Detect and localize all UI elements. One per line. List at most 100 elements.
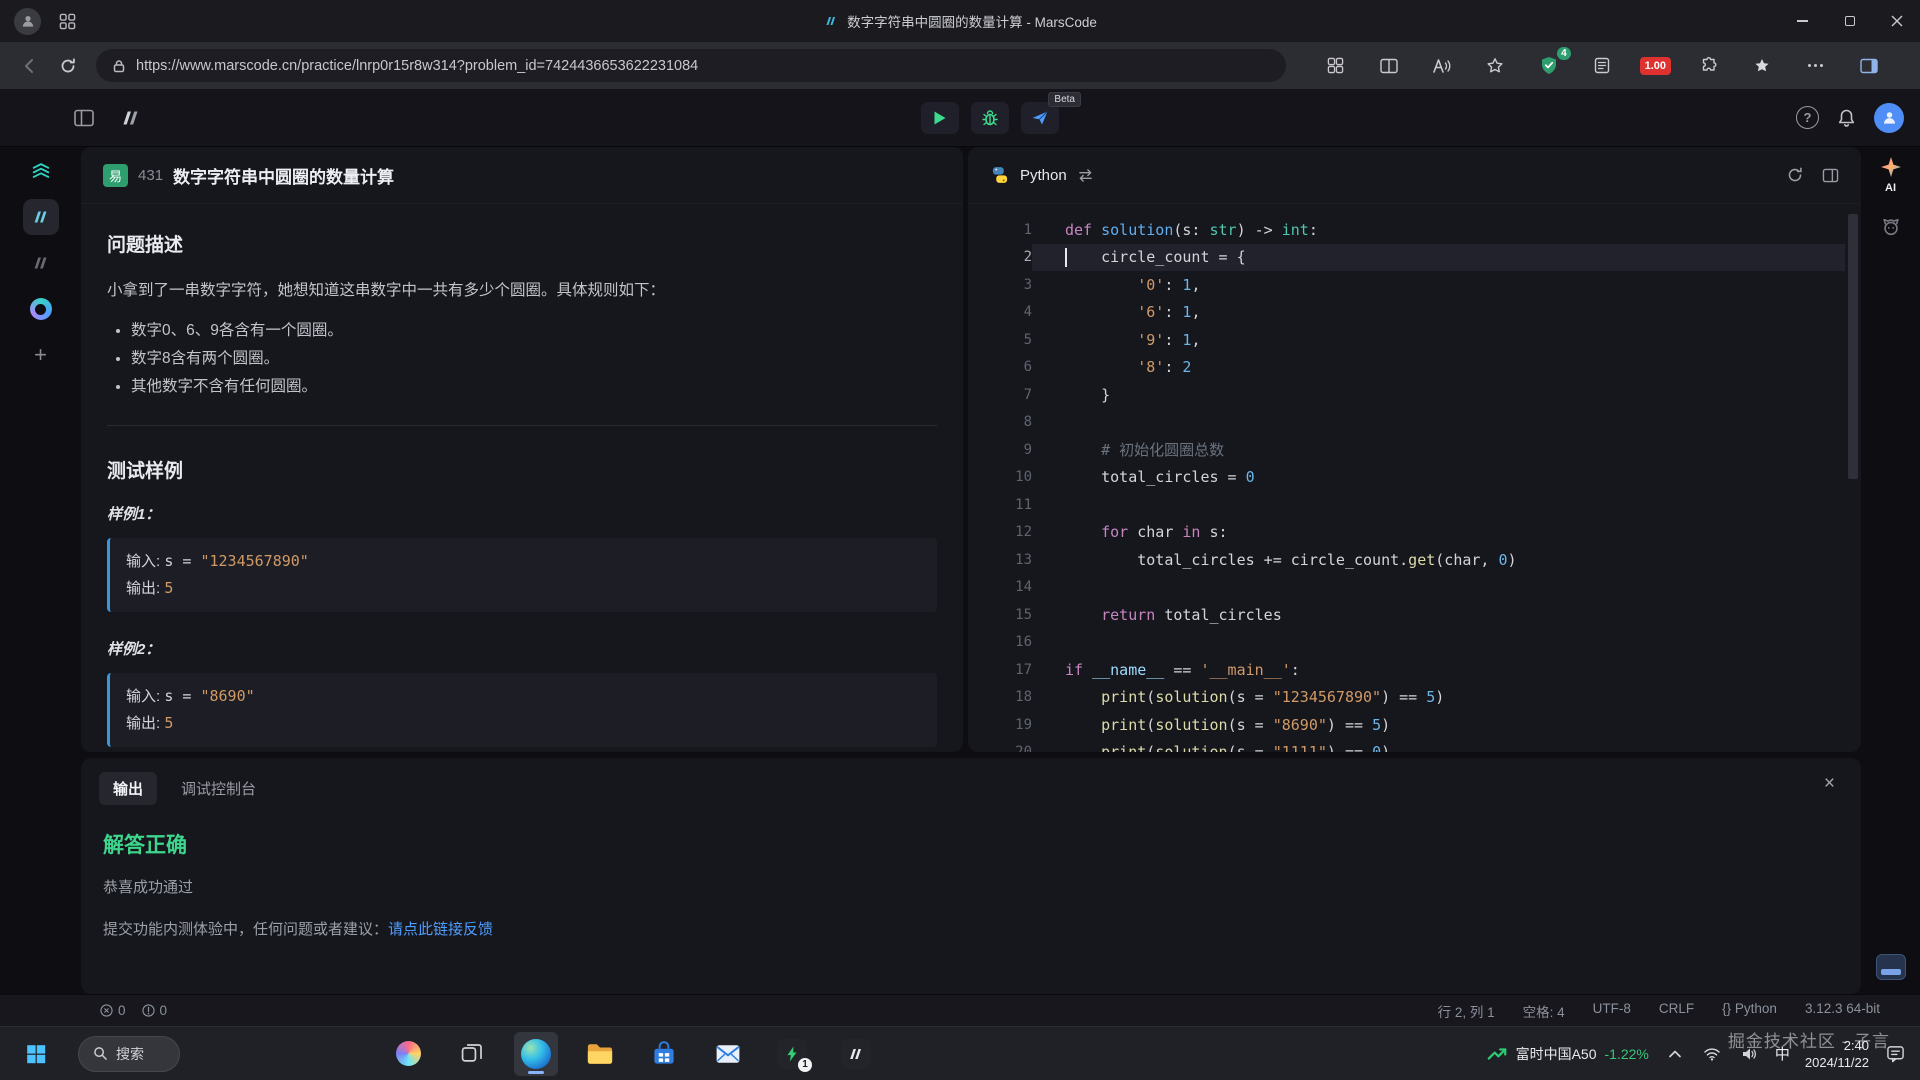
reset-code-icon[interactable] — [1786, 166, 1804, 184]
add-favorite-icon[interactable] — [1479, 51, 1511, 81]
interpreter-version[interactable]: 3.12.3 64-bit — [1805, 1001, 1880, 1021]
code-line[interactable]: 7 } — [968, 381, 1845, 409]
tray-volume-icon[interactable] — [1738, 1043, 1760, 1065]
rebate-extension-icon[interactable]: 1.00 — [1639, 51, 1671, 81]
tray-network-icon[interactable] — [1701, 1043, 1723, 1065]
run-button[interactable] — [921, 102, 959, 134]
copilot-button[interactable] — [386, 1032, 430, 1076]
close-output-icon[interactable]: × — [1824, 774, 1835, 793]
feedback-link[interactable]: 请点此链接反馈 — [388, 921, 493, 938]
submit-button[interactable]: Beta — [1021, 102, 1059, 134]
line-number: 19 — [968, 717, 1032, 733]
practice-list-icon[interactable] — [23, 153, 59, 189]
errors-indicator[interactable]: 0 — [100, 1003, 126, 1018]
code-line[interactable]: 11 — [968, 491, 1845, 519]
code-line[interactable]: 2 circle_count = { — [968, 244, 1845, 272]
user-avatar[interactable] — [1874, 103, 1904, 133]
desc-text: 小拿到了一串数字字符，她想知道这串数字中一共有多少个圆圈。具体规则如下： — [107, 277, 937, 305]
eol-setting[interactable]: CRLF — [1659, 1001, 1694, 1021]
line-number: 11 — [968, 497, 1032, 513]
assistant-pet-icon[interactable] — [1880, 216, 1902, 238]
lock-icon[interactable] — [112, 59, 126, 73]
ai-assistant-button[interactable]: AI — [1879, 155, 1903, 194]
taskbar-clock[interactable]: 2:40 2024/11/22 — [1805, 1037, 1869, 1071]
code-line[interactable]: 16 — [968, 629, 1845, 657]
help-icon[interactable]: ? — [1796, 106, 1819, 129]
taskbar-mail-icon[interactable] — [706, 1032, 750, 1076]
more-menu-icon[interactable] — [1799, 51, 1831, 81]
stock-widget[interactable]: 富时中国A50 -1.22% — [1486, 1043, 1649, 1065]
output-tab-1[interactable]: 输出 — [99, 772, 157, 805]
code-line[interactable]: 8 — [968, 409, 1845, 437]
workspaces-icon[interactable] — [1319, 51, 1351, 81]
code-line[interactable]: 5 '9': 1, — [968, 326, 1845, 354]
float-widget-button[interactable] — [1876, 954, 1906, 980]
collections-icon[interactable] — [1586, 51, 1618, 81]
cursor-position[interactable]: 行 2, 列 1 — [1438, 1001, 1495, 1021]
code-line[interactable]: 3 '0': 1, — [968, 271, 1845, 299]
notification-bell-icon[interactable] — [1837, 108, 1856, 128]
task-view-button[interactable] — [450, 1032, 494, 1076]
code-line[interactable]: 12 for char in s: — [968, 519, 1845, 547]
panel-toggle-icon[interactable] — [74, 109, 94, 127]
code-line[interactable]: 14 — [968, 574, 1845, 602]
editor-header: Python — [968, 147, 1861, 204]
taskbar-edge-icon[interactable] — [514, 1032, 558, 1076]
fullscreen-icon[interactable] — [1822, 168, 1839, 183]
code-line[interactable]: 4 '6': 1, — [968, 299, 1845, 327]
taskbar-search[interactable]: 搜索 — [78, 1036, 180, 1072]
minimize-button[interactable] — [1779, 0, 1826, 42]
marscode-app-logo-icon[interactable] — [118, 105, 144, 131]
code-line[interactable]: 15 return total_circles — [968, 601, 1845, 629]
swap-language-icon[interactable] — [1077, 168, 1094, 183]
extension-icon[interactable] — [1693, 51, 1725, 81]
indent-setting[interactable]: 空格: 4 — [1523, 1001, 1565, 1021]
favorites-bar-icon[interactable] — [1746, 51, 1778, 81]
language-mode[interactable]: {} Python — [1722, 1001, 1777, 1021]
back-icon[interactable] — [14, 50, 46, 82]
code-line[interactable]: 20 print(solution(s = "1111") == 0) — [968, 739, 1845, 753]
sample: 样例1：输入: s = "1234567890"输出: 5 — [107, 503, 937, 612]
output-tab-2[interactable]: 调试控制台 — [167, 772, 270, 805]
notification-center-icon[interactable] — [1884, 1043, 1906, 1065]
add-project-icon[interactable]: + — [23, 337, 59, 373]
ime-indicator[interactable]: 中 — [1775, 1043, 1790, 1064]
code-line[interactable]: 6 '8': 2 — [968, 354, 1845, 382]
code-line[interactable]: 13 total_circles += circle_count.get(cha… — [968, 546, 1845, 574]
maximize-button[interactable] — [1826, 0, 1873, 42]
code-line[interactable]: 18 print(solution(s = "1234567890") == 5… — [968, 684, 1845, 712]
address-url[interactable]: https://www.marscode.cn/practice/lnrp0r1… — [136, 58, 698, 74]
browser-profile-avatar-icon[interactable] — [14, 8, 41, 35]
address-bar[interactable]: https://www.marscode.cn/practice/lnrp0r1… — [96, 49, 1286, 82]
encoding[interactable]: UTF-8 — [1593, 1001, 1631, 1021]
language-selector[interactable]: Python — [1020, 167, 1067, 184]
warnings-indicator[interactable]: 0 — [142, 1003, 168, 1018]
code-line[interactable]: 10 total_circles = 0 — [968, 464, 1845, 492]
code-line[interactable]: 17if __name__ == '__main__': — [968, 656, 1845, 684]
refresh-icon[interactable] — [52, 50, 84, 82]
taskbar-store-icon[interactable] — [642, 1032, 686, 1076]
start-button[interactable] — [14, 1032, 58, 1076]
marscode-practice-icon[interactable] — [23, 199, 59, 235]
taskbar-marscode-icon[interactable] — [834, 1032, 878, 1076]
marscode-ide-icon[interactable] — [23, 245, 59, 281]
split-screen-icon[interactable] — [1373, 51, 1405, 81]
community-icon[interactable] — [23, 291, 59, 327]
problem-panel: 易 431 数字字符串中圆圈的数量计算 问题描述 小拿到了一串数字字符，她想知道… — [81, 147, 963, 752]
taskbar-capture-app-icon[interactable]: 1 — [770, 1032, 814, 1076]
code-editor[interactable]: 1def solution(s: str) -> int:2 circle_co… — [968, 216, 1845, 752]
sidebar-toggle-icon[interactable] — [1853, 51, 1885, 81]
taskbar-file-explorer-icon[interactable] — [578, 1032, 622, 1076]
editor-scrollbar[interactable] — [1848, 214, 1858, 479]
app-badge: 1 — [798, 1058, 812, 1072]
read-aloud-icon[interactable] — [1426, 51, 1458, 81]
code-line[interactable]: 1def solution(s: str) -> int: — [968, 216, 1845, 244]
code-line[interactable]: 9 # 初始化圆圈总数 — [968, 436, 1845, 464]
feedback-text: 提交功能内测体验中，任何问题或者建议： — [103, 921, 388, 938]
close-window-button[interactable] — [1873, 0, 1920, 42]
tray-chevron-icon[interactable] — [1664, 1043, 1686, 1065]
debug-button[interactable] — [971, 102, 1009, 134]
code-line[interactable]: 19 print(solution(s = "8690") == 5) — [968, 711, 1845, 739]
adblock-shield-icon[interactable]: 4 — [1533, 51, 1565, 81]
tab-layout-icon[interactable] — [59, 13, 76, 30]
